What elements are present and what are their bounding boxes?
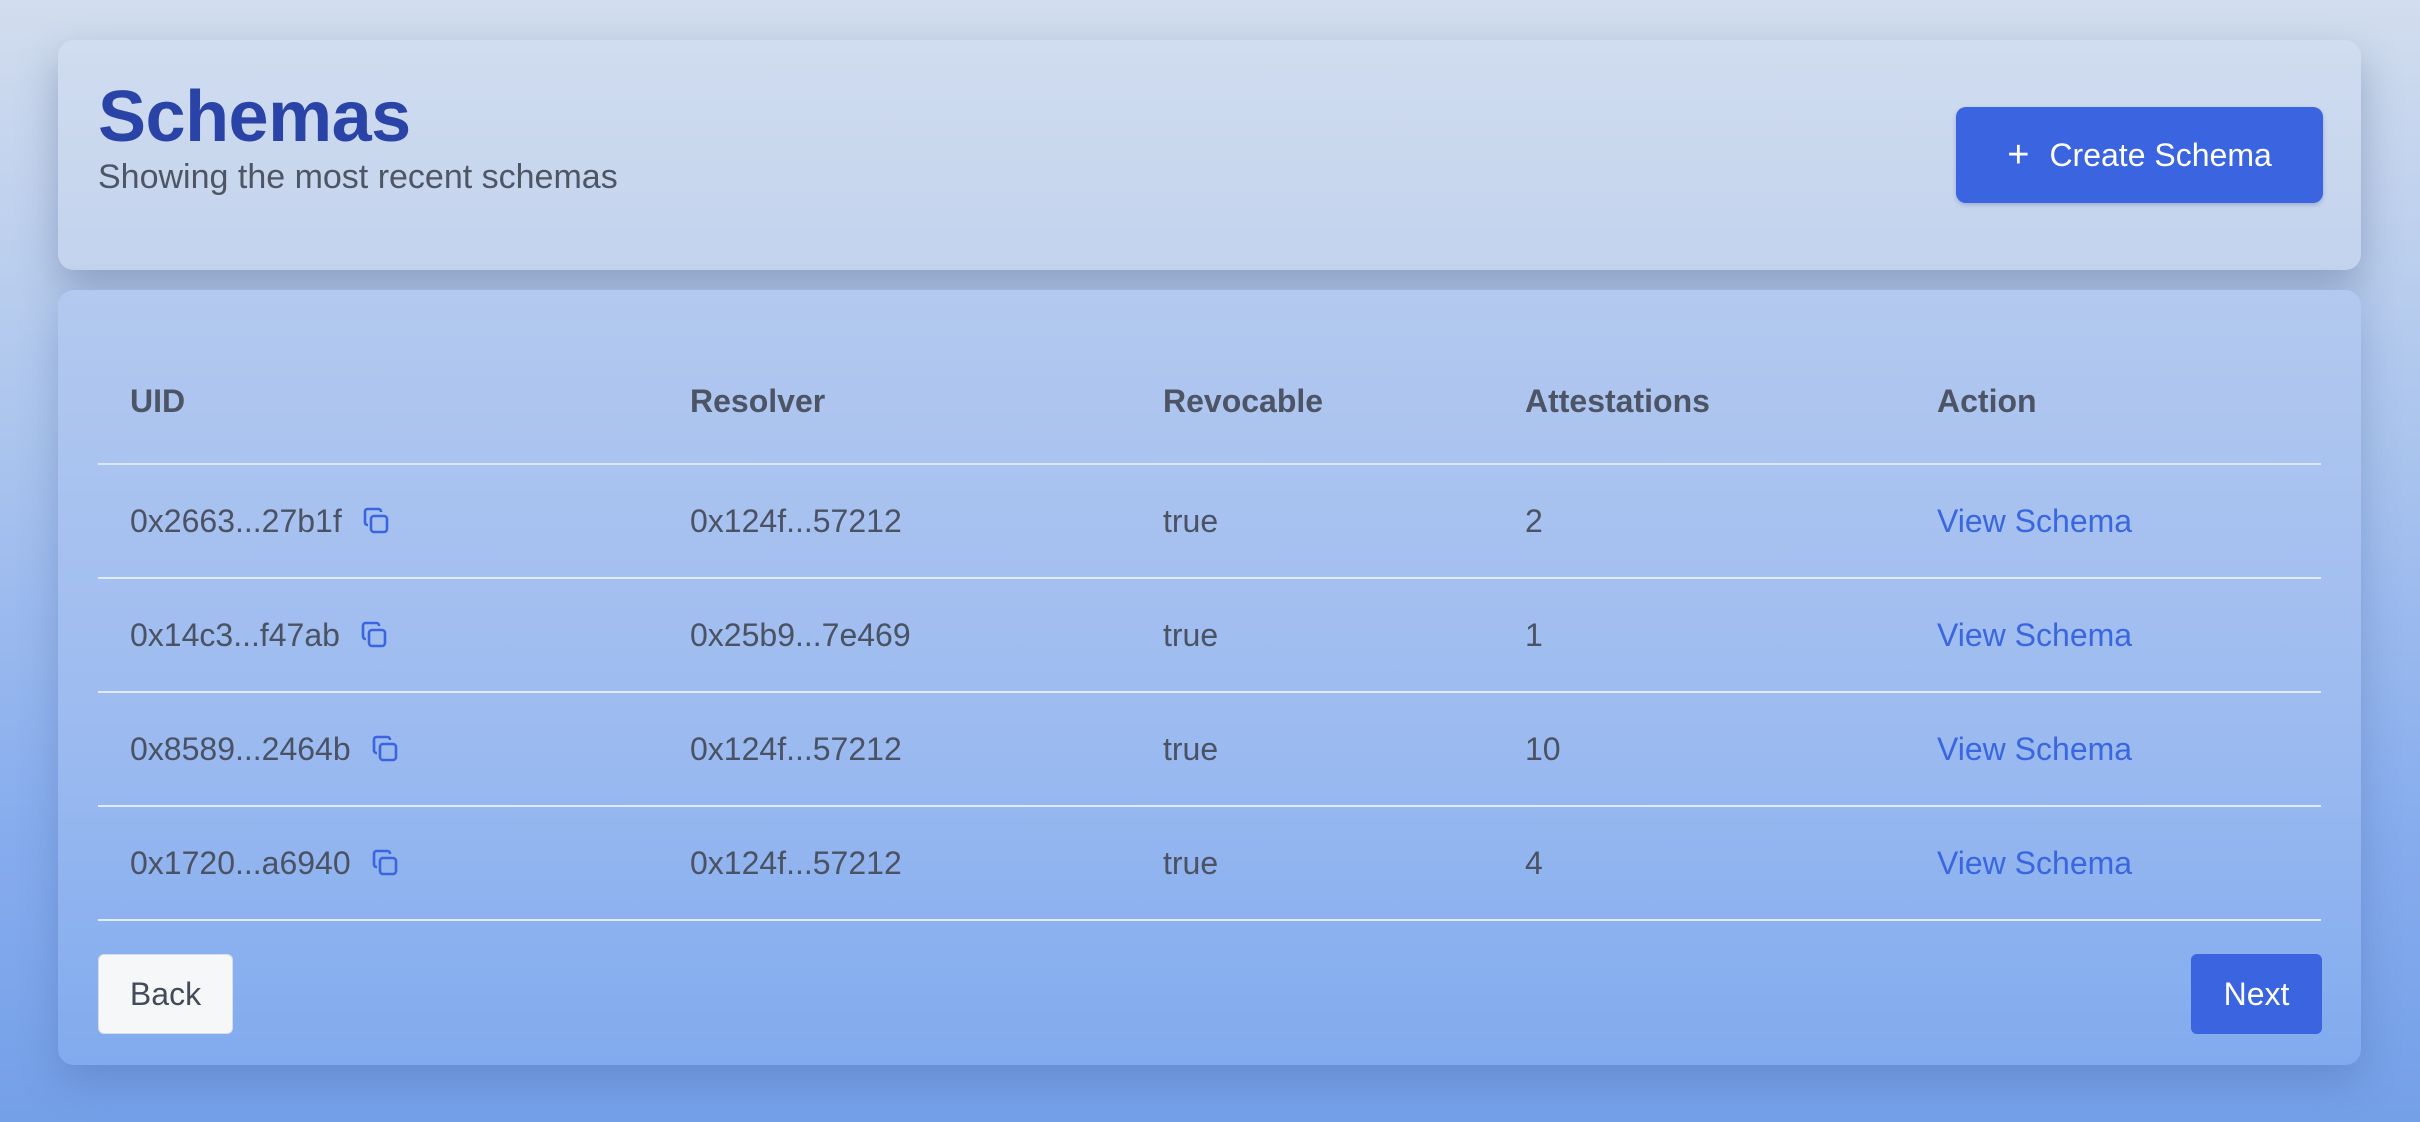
revocable-cell: true [1131, 692, 1493, 807]
view-schema-link[interactable]: View Schema [1937, 617, 2132, 653]
resolver-cell: 0x124f...57212 [658, 806, 1131, 921]
action-cell: View Schema [1905, 578, 2321, 693]
plus-icon: + [2007, 134, 2030, 176]
page-title: Schemas [98, 77, 411, 157]
action-cell: View Schema [1905, 692, 2321, 807]
uid-cell: 0x1720...a6940 [98, 806, 658, 921]
column-header-attestations: Attestations [1493, 340, 1905, 465]
table-header-row: UID Resolver Revocable Attestations Acti… [98, 340, 2321, 465]
next-button[interactable]: Next [2191, 954, 2322, 1034]
table-row: 0x8589...2464b 0x124f...57212 true 10 Vi… [98, 692, 2321, 807]
page-subtitle: Showing the most recent schemas [98, 158, 618, 196]
revocable-cell: true [1131, 806, 1493, 921]
action-cell: View Schema [1905, 464, 2321, 579]
uid-value: 0x8589...2464b [130, 730, 351, 767]
schemas-table: UID Resolver Revocable Attestations Acti… [98, 340, 2321, 921]
uid-cell: 0x2663...27b1f [98, 464, 658, 579]
revocable-cell: true [1131, 578, 1493, 693]
uid-cell: 0x14c3...f47ab [98, 578, 658, 693]
revocable-cell: true [1131, 464, 1493, 579]
uid-value: 0x2663...27b1f [130, 502, 342, 539]
attestations-cell: 2 [1493, 464, 1905, 579]
view-schema-link[interactable]: View Schema [1937, 845, 2132, 881]
action-cell: View Schema [1905, 806, 2321, 921]
resolver-cell: 0x124f...57212 [658, 464, 1131, 579]
schemas-table-card: UID Resolver Revocable Attestations Acti… [58, 290, 2361, 1065]
back-button[interactable]: Back [98, 954, 233, 1034]
attestations-cell: 4 [1493, 806, 1905, 921]
copy-icon[interactable] [358, 619, 390, 651]
uid-value: 0x14c3...f47ab [130, 616, 340, 653]
resolver-cell: 0x124f...57212 [658, 692, 1131, 807]
attestations-cell: 1 [1493, 578, 1905, 693]
column-header-revocable: Revocable [1131, 340, 1493, 465]
view-schema-link[interactable]: View Schema [1937, 503, 2132, 539]
copy-icon[interactable] [360, 505, 392, 537]
view-schema-link[interactable]: View Schema [1937, 731, 2132, 767]
column-header-action: Action [1905, 340, 2321, 465]
column-header-uid: UID [98, 340, 658, 465]
copy-icon[interactable] [369, 733, 401, 765]
table-row: 0x14c3...f47ab 0x25b9...7e469 true 1 Vie… [98, 578, 2321, 693]
uid-value: 0x1720...a6940 [130, 844, 351, 881]
create-schema-label: Create Schema [2049, 136, 2272, 173]
column-header-resolver: Resolver [658, 340, 1131, 465]
attestations-cell: 10 [1493, 692, 1905, 807]
uid-cell: 0x8589...2464b [98, 692, 658, 807]
create-schema-button[interactable]: + Create Schema [1956, 107, 2323, 203]
copy-icon[interactable] [369, 847, 401, 879]
table-row: 0x2663...27b1f 0x124f...57212 true 2 Vie… [98, 464, 2321, 579]
table-row: 0x1720...a6940 0x124f...57212 true 4 Vie… [98, 806, 2321, 921]
page-header: Schemas Showing the most recent schemas … [58, 40, 2361, 270]
table-wrapper: UID Resolver Revocable Attestations Acti… [98, 340, 2321, 921]
resolver-cell: 0x25b9...7e469 [658, 578, 1131, 693]
